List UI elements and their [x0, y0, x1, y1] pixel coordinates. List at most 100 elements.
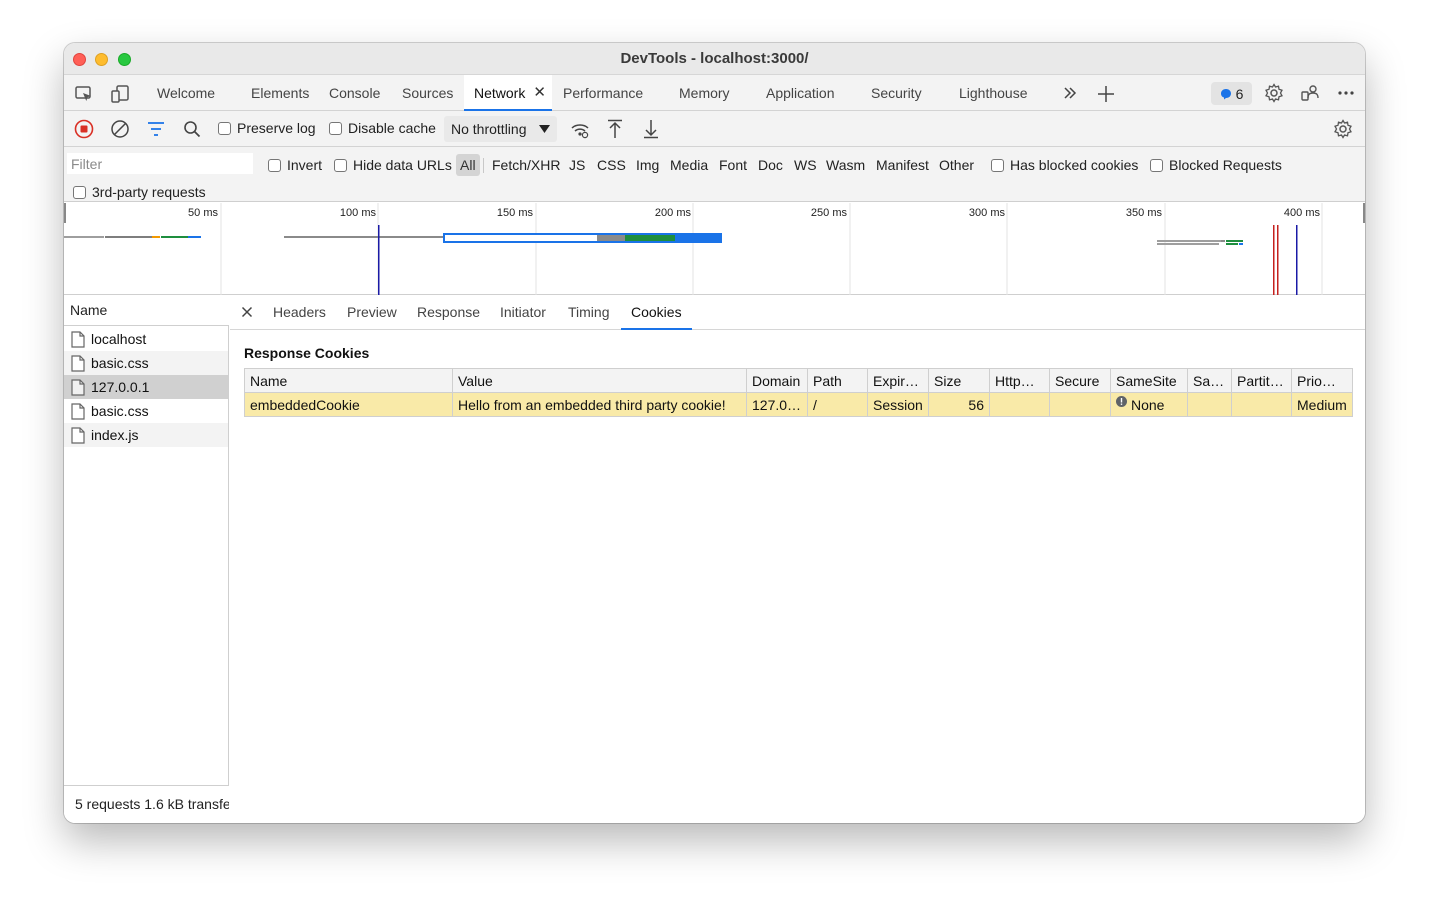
close-tab-icon[interactable]: ✕ — [533, 75, 546, 111]
blocked-requests-checkbox[interactable]: Blocked Requests — [1150, 157, 1282, 173]
cookie-priority: Medium — [1291, 392, 1353, 417]
tick-150ms: 150 ms — [496, 207, 533, 219]
network-settings-gear-icon[interactable] — [1332, 118, 1354, 140]
filter-type-img[interactable]: Img — [636, 154, 659, 176]
third-party-requests-box[interactable] — [73, 185, 86, 199]
tab-response[interactable]: Response — [417, 295, 480, 330]
hide-data-urls-box[interactable] — [334, 158, 347, 172]
tick-100ms: 100 ms — [339, 207, 376, 219]
disable-cache-box[interactable] — [329, 121, 342, 135]
tab-elements[interactable]: Elements — [251, 75, 309, 111]
customize-people-icon[interactable] — [1299, 82, 1321, 104]
filter-type-other[interactable]: Other — [939, 154, 974, 176]
filter-type-all[interactable]: All — [456, 154, 480, 176]
preserve-log-label: Preserve log — [237, 120, 316, 136]
cookie-value: Hello from an embedded third party cooki… — [452, 392, 747, 417]
info-icon[interactable] — [1116, 396, 1127, 407]
search-icon[interactable] — [182, 119, 202, 139]
filter-divider — [483, 158, 484, 173]
more-tabs-chevron-icon[interactable] — [1060, 83, 1080, 103]
request-row-basic-css-2[interactable]: basic.css — [64, 399, 228, 423]
import-har-upload-icon[interactable] — [605, 119, 625, 139]
clear-icon[interactable] — [110, 119, 130, 139]
response-cookies-heading: Response Cookies — [244, 345, 370, 361]
name-column-header[interactable]: Name — [64, 295, 229, 326]
has-blocked-cookies-checkbox[interactable]: Has blocked cookies — [991, 157, 1138, 173]
filter-input[interactable] — [67, 153, 253, 174]
filter-type-wasm[interactable]: Wasm — [826, 154, 865, 176]
tab-preview[interactable]: Preview — [347, 295, 397, 330]
tab-sources[interactable]: Sources — [402, 75, 453, 111]
tick-200ms: 200 ms — [654, 207, 691, 219]
cookie-partition — [1231, 392, 1292, 417]
issues-badge[interactable]: 6 — [1211, 82, 1252, 105]
tab-console[interactable]: Console — [329, 75, 380, 111]
col-samesite[interactable]: SameSite — [1110, 368, 1188, 393]
add-tab-plus-icon[interactable] — [1095, 83, 1117, 105]
filter-funnel-icon[interactable] — [146, 119, 166, 139]
tab-headers[interactable]: Headers — [273, 295, 326, 330]
record-stop-icon[interactable] — [74, 119, 94, 139]
invert-box[interactable] — [268, 158, 281, 172]
title-bar: DevTools - localhost:3000/ — [64, 43, 1365, 75]
third-party-requests-checkbox[interactable]: 3rd-party requests — [73, 184, 206, 200]
tab-cookies[interactable]: Cookies — [621, 295, 692, 330]
throttling-select[interactable]: No throttling — [444, 116, 557, 142]
filter-type-ws[interactable]: WS — [794, 154, 817, 176]
has-blocked-cookies-label: Has blocked cookies — [1010, 157, 1139, 173]
settings-gear-icon[interactable] — [1263, 82, 1285, 104]
cookie-row[interactable]: embeddedCookie Hello from an embedded th… — [244, 392, 1353, 417]
filter-type-font[interactable]: Font — [719, 154, 747, 176]
preserve-log-box[interactable] — [218, 121, 231, 135]
col-name[interactable]: Name — [244, 368, 453, 393]
col-httponly[interactable]: Http… — [989, 368, 1050, 393]
filter-type-manifest[interactable]: Manifest — [876, 154, 929, 176]
tab-memory[interactable]: Memory — [679, 75, 730, 111]
col-value[interactable]: Value — [452, 368, 747, 393]
network-overview-timeline[interactable]: 50 ms 100 ms 150 ms 200 ms 250 ms 300 ms… — [64, 203, 1365, 295]
inspect-element-icon[interactable] — [73, 83, 95, 105]
filter-type-fetch-xhr[interactable]: Fetch/XHR — [492, 154, 560, 176]
export-har-download-icon[interactable] — [641, 119, 661, 139]
col-expires[interactable]: Expir… — [867, 368, 929, 393]
disable-cache-checkbox[interactable]: Disable cache — [329, 120, 436, 136]
hide-data-urls-checkbox[interactable]: Hide data URLs — [334, 157, 452, 173]
document-file-icon — [71, 402, 85, 420]
filter-type-js[interactable]: JS — [569, 154, 585, 176]
request-name: basic.css — [91, 355, 149, 371]
filter-type-css[interactable]: CSS — [597, 154, 626, 176]
col-partition[interactable]: Partiti… — [1231, 368, 1292, 393]
more-options-icon[interactable] — [1335, 82, 1357, 104]
tab-security[interactable]: Security — [871, 75, 922, 111]
request-row-index-js[interactable]: index.js — [64, 423, 228, 447]
tab-lighthouse[interactable]: Lighthouse — [959, 75, 1028, 111]
col-domain[interactable]: Domain — [746, 368, 808, 393]
tab-welcome[interactable]: Welcome — [157, 75, 215, 111]
tab-timing[interactable]: Timing — [568, 295, 610, 330]
network-conditions-wifi-icon[interactable] — [569, 119, 591, 141]
request-name: localhost — [91, 331, 147, 347]
filter-type-doc[interactable]: Doc — [758, 154, 783, 176]
col-sameparty[interactable]: Sa… — [1187, 368, 1232, 393]
request-row-127-0-0-1[interactable]: 127.0.0.1 — [64, 375, 228, 399]
col-path[interactable]: Path — [807, 368, 868, 393]
col-priority[interactable]: Prio… — [1291, 368, 1353, 393]
request-row-basic-css[interactable]: basic.css — [64, 351, 228, 375]
request-row-localhost[interactable]: localhost — [64, 327, 228, 351]
col-secure[interactable]: Secure — [1049, 368, 1111, 393]
filter-type-media[interactable]: Media — [670, 154, 708, 176]
blocked-requests-box[interactable] — [1150, 158, 1163, 172]
tab-initiator[interactable]: Initiator — [500, 295, 546, 330]
invert-checkbox[interactable]: Invert — [268, 157, 322, 173]
preserve-log-checkbox[interactable]: Preserve log — [218, 120, 316, 136]
tab-application[interactable]: Application — [766, 75, 835, 111]
has-blocked-cookies-box[interactable] — [991, 158, 1004, 172]
close-window-button[interactable] — [73, 53, 86, 66]
tab-network[interactable]: Network ✕ — [464, 75, 552, 111]
close-detail-icon[interactable] — [239, 304, 255, 320]
tab-performance[interactable]: Performance — [563, 75, 643, 111]
maximize-window-button[interactable] — [118, 53, 131, 66]
device-toolbar-icon[interactable] — [109, 83, 131, 105]
minimize-window-button[interactable] — [95, 53, 108, 66]
col-size[interactable]: Size — [928, 368, 990, 393]
